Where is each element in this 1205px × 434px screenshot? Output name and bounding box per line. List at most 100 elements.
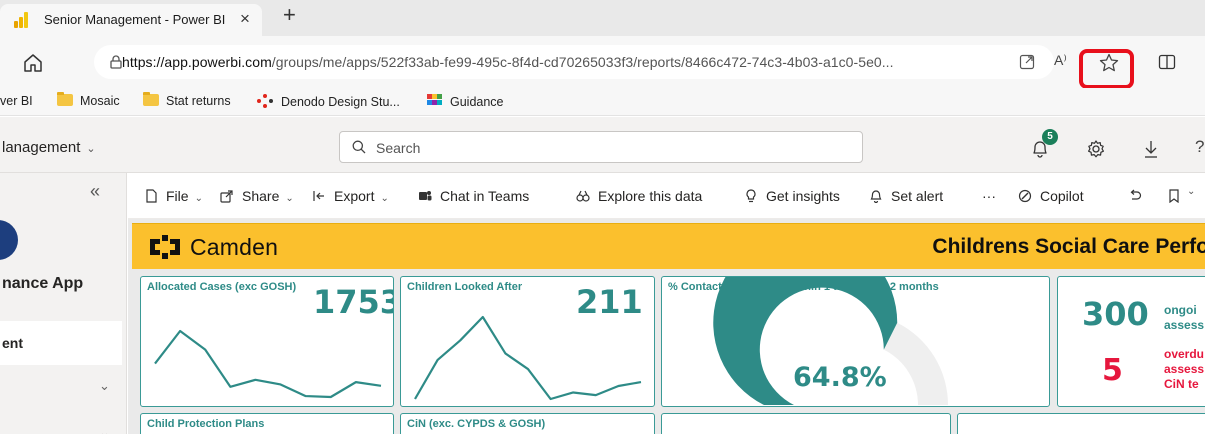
card-row2-4[interactable] xyxy=(957,413,1205,434)
card-contacts-gauge[interactable]: % Contacts completed within 1 day in las… xyxy=(661,276,1050,407)
report-canvas: Camden Childrens Social Care Perfo Alloc… xyxy=(128,219,1205,434)
power-bi-icon xyxy=(14,12,30,28)
nav-item-label: ent xyxy=(2,335,23,351)
workspace-selector[interactable]: lanagement ⌄ xyxy=(2,139,96,156)
favorite-stat-returns[interactable]: Stat returns xyxy=(143,92,231,108)
card-row2-3[interactable] xyxy=(661,413,951,434)
label-line: overdu xyxy=(1164,347,1205,361)
allocated-sparkline xyxy=(154,329,382,399)
gauge-remaining-arc xyxy=(883,322,948,405)
workspace-name: lanagement xyxy=(2,139,81,156)
chevron-down-icon[interactable]: ⌄ xyxy=(99,425,110,434)
report-title: Childrens Social Care Perfo xyxy=(932,235,1205,258)
browser-tab[interactable]: Senior Management - Power BI × xyxy=(0,4,262,36)
favorite-denodo[interactable]: Denodo Design Stu... xyxy=(257,94,400,109)
chevron-down-icon: ⌄ xyxy=(285,193,294,204)
favorite-guidance[interactable]: Guidance xyxy=(427,94,504,109)
lightbulb-icon xyxy=(746,189,756,203)
new-tab-icon[interactable]: + xyxy=(283,2,296,28)
app-name: nance App xyxy=(2,275,84,292)
favorite-label: Guidance xyxy=(450,95,504,109)
address-input[interactable]: https://app.powerbi.com/groups/me/apps/5… xyxy=(94,45,1067,79)
folder-icon xyxy=(143,92,159,106)
explore-label: Explore this data xyxy=(598,188,703,204)
share-icon xyxy=(220,190,233,203)
label-line: ongoi xyxy=(1164,303,1197,317)
collapse-nav-icon[interactable]: « xyxy=(90,181,100,202)
copilot-label: Copilot xyxy=(1040,188,1084,204)
favorite-highlight-annotation xyxy=(1079,49,1134,89)
file-menu[interactable]: File ⌄ xyxy=(144,188,203,204)
notification-badge: 5 xyxy=(1042,129,1058,145)
favorite-label: Mosaic xyxy=(80,94,120,108)
search-icon xyxy=(352,140,366,154)
stat-ongoing-label: ongoi assess xyxy=(1164,303,1204,333)
url-path: /groups/me/apps/522f33ab-fe99-495c-8f4d-… xyxy=(271,54,894,70)
denodo-icon xyxy=(257,94,275,108)
label-line: CiN te xyxy=(1164,377,1199,391)
folder-icon xyxy=(57,92,73,106)
gear-icon[interactable] xyxy=(1086,139,1106,159)
insights-label: Get insights xyxy=(766,188,840,204)
open-in-app-icon[interactable] xyxy=(1019,54,1035,70)
favorite-mosaic[interactable]: Mosaic xyxy=(57,92,120,108)
camden-brand: Camden xyxy=(190,234,279,260)
download-icon[interactable] xyxy=(1142,139,1160,159)
search-placeholder: Search xyxy=(376,140,421,156)
copilot-icon xyxy=(1018,189,1032,203)
browser-tab-strip: Senior Management - Power BI × + xyxy=(0,0,1205,36)
allocated-sparkline-line xyxy=(154,329,382,399)
teams-icon xyxy=(419,191,432,201)
set-alert-button[interactable]: Set alert xyxy=(869,188,943,204)
card-cin[interactable]: CiN (exc. CYPDS & GOSH) xyxy=(400,413,655,434)
card-children-looked-after[interactable]: Children Looked After 211 xyxy=(400,276,655,407)
nav-item-report[interactable]: ent xyxy=(0,321,122,365)
explore-data-button[interactable]: Explore this data xyxy=(576,188,702,204)
label-line: assess xyxy=(1164,318,1205,332)
help-icon[interactable]: ? xyxy=(1195,137,1204,157)
explore-icon xyxy=(576,190,590,202)
export-label: Export xyxy=(334,188,375,204)
close-tab-icon[interactable]: × xyxy=(240,9,250,29)
split-screen-icon[interactable] xyxy=(1158,53,1176,71)
undo-icon[interactable] xyxy=(1128,189,1142,203)
favorite-label: Denodo Design Stu... xyxy=(281,95,400,109)
read-aloud-icon[interactable]: A⁾ xyxy=(1054,52,1067,69)
favorite-power-bi[interactable]: ver BI xyxy=(0,94,33,108)
app-logo xyxy=(0,220,18,260)
chevron-down-icon: ⌄ xyxy=(380,193,389,204)
cla-sparkline-line xyxy=(414,315,642,401)
chevron-down-icon[interactable]: ⌄ xyxy=(1187,186,1195,197)
more-options-icon[interactable]: ··· xyxy=(982,188,996,204)
tab-title: Senior Management - Power BI xyxy=(44,12,226,27)
bell-icon xyxy=(870,190,882,203)
card-title: Child Protection Plans xyxy=(147,418,265,430)
label-line: assess xyxy=(1164,362,1205,376)
report-toolbar: File ⌄ Share ⌄ Export ⌄ Chat in Teams Explo… xyxy=(128,173,1205,219)
stat-ongoing-value: 300 xyxy=(1082,295,1149,333)
card-child-protection-plans[interactable]: Child Protection Plans xyxy=(140,413,394,434)
chevron-down-icon[interactable]: ⌄ xyxy=(99,378,110,394)
copilot-button[interactable]: Copilot xyxy=(1018,188,1084,204)
favorites-bar: ver BI Mosaic Stat returns Denodo Design… xyxy=(0,88,1205,116)
export-menu[interactable]: Export ⌄ xyxy=(312,188,389,204)
card-assessments[interactable]: 300 ongoi assess 5 overdu assess CiN te xyxy=(1057,276,1205,407)
file-icon xyxy=(146,189,157,203)
card-allocated-cases[interactable]: Allocated Cases (exc GOSH) 1753 xyxy=(140,276,394,407)
lock-icon[interactable] xyxy=(110,55,122,69)
camden-logo-icon xyxy=(150,235,180,259)
chat-in-teams-button[interactable]: Chat in Teams xyxy=(418,188,529,204)
search-input[interactable]: Search xyxy=(339,131,863,163)
grid-icon xyxy=(427,94,443,108)
share-menu[interactable]: Share ⌄ xyxy=(220,188,294,204)
bookmark-icon[interactable] xyxy=(1168,189,1180,203)
power-bi-header: lanagement ⌄ Search 5 ? xyxy=(0,117,1205,173)
get-insights-button[interactable]: Get insights xyxy=(744,188,840,204)
share-label: Share xyxy=(242,188,280,204)
cla-sparkline xyxy=(414,315,642,401)
gauge-value: 64.8% xyxy=(793,362,887,393)
home-icon[interactable] xyxy=(22,52,44,74)
left-navigation: « nance App ent ⌄ ⌄ xyxy=(0,173,127,434)
report-banner: Camden Childrens Social Care Perfo xyxy=(132,223,1205,269)
chevron-down-icon: ⌄ xyxy=(86,143,96,155)
